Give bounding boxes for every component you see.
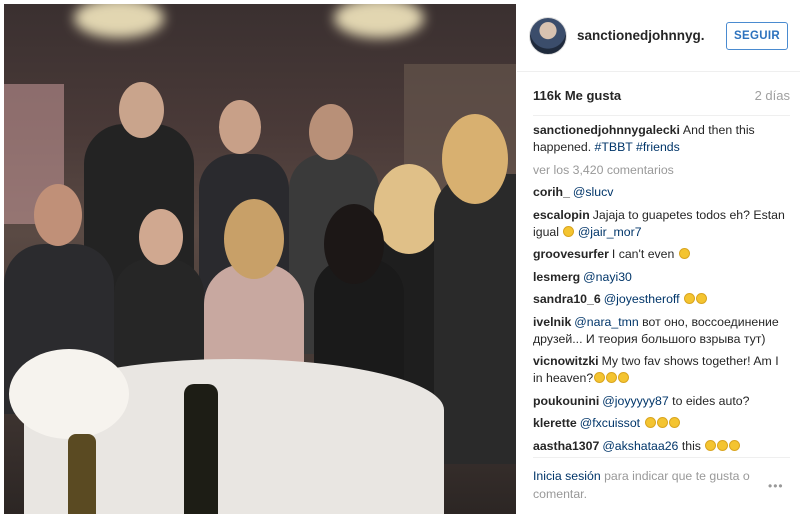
- emoji-icon: [606, 372, 618, 383]
- comment-item: groovesurfer I can't even: [533, 246, 785, 263]
- likes-count[interactable]: 116k Me gusta: [533, 88, 621, 103]
- emoji-icon: [678, 248, 690, 259]
- comment-username[interactable]: vicnowitzki: [533, 354, 599, 368]
- mention-link[interactable]: @nara_tmn: [574, 315, 638, 329]
- comment-username[interactable]: escalopin: [533, 208, 590, 222]
- comment-username[interactable]: corih_: [533, 185, 570, 199]
- emoji-icon: [644, 417, 656, 428]
- comment-username[interactable]: sanctionedjohnnygalecki: [533, 123, 680, 137]
- mention-link[interactable]: @joyyyyy87: [602, 394, 668, 408]
- comment-username[interactable]: poukounini: [533, 394, 599, 408]
- post-header: sanctionedjohnnyg... SEGUIR: [517, 0, 800, 72]
- comment-username[interactable]: klerette: [533, 416, 577, 430]
- emoji-icon: [729, 439, 741, 451]
- person-5: [434, 174, 516, 464]
- comment-item: vicnowitzki My two fav shows together! Am…: [533, 353, 785, 387]
- comment-username[interactable]: aastha1307: [533, 439, 599, 453]
- comment-item: sanctionedjohnnygalecki And then this hap…: [533, 122, 785, 156]
- emoji-icon: [656, 417, 668, 428]
- person-8-hair: [224, 199, 284, 279]
- ellipsis-icon[interactable]: •••: [768, 479, 784, 493]
- mention-link[interactable]: @akshataa26: [602, 439, 678, 453]
- emoji-icon: [705, 439, 717, 451]
- person-9-hair: [324, 204, 384, 284]
- emoji-icon: [717, 439, 729, 451]
- chandelier-right: [334, 4, 424, 38]
- login-prompt: Inicia sesión para indicar que te gusta …: [533, 467, 763, 503]
- comment-username[interactable]: lesmerg: [533, 270, 580, 284]
- wine-bottle-2: [68, 434, 96, 514]
- avatar[interactable]: [529, 16, 567, 55]
- comment-item: poukounini @joyyyyy87 to eides auto?: [533, 393, 785, 410]
- comment-text: this: [678, 438, 705, 453]
- post-sidebar: sanctionedjohnnyg... SEGUIR 116k Me gust…: [517, 0, 800, 518]
- comment-item: klerette @fxcuissot: [533, 415, 785, 432]
- comment-item: lesmerg @nayi30: [533, 269, 785, 286]
- view-all-comments-link[interactable]: ver los 3,420 comentarios: [533, 162, 785, 179]
- post-time[interactable]: 2 días: [755, 88, 790, 103]
- person-3-head: [309, 104, 353, 160]
- emoji-icon: [695, 293, 707, 304]
- emoji-icon: [594, 372, 606, 383]
- divider: [533, 115, 790, 116]
- mention-link[interactable]: @nayi30: [583, 270, 632, 284]
- username-link[interactable]: sanctionedjohnnyg...: [577, 28, 705, 43]
- mention-link[interactable]: @jair_mor7: [574, 225, 642, 239]
- person-7-head: [139, 209, 183, 265]
- comment-list: sanctionedjohnnygalecki And then this hap…: [533, 122, 785, 460]
- chandelier-left: [74, 4, 164, 38]
- mention-link[interactable]: @fxcuissot: [580, 416, 644, 430]
- person-6-head: [34, 184, 82, 246]
- comment-username[interactable]: ivelnik: [533, 315, 571, 329]
- person-1-head: [119, 82, 164, 138]
- emoji-icon: [563, 225, 575, 237]
- comment-username[interactable]: sandra10_6: [533, 292, 601, 306]
- wine-bottle: [184, 384, 218, 514]
- mention-link[interactable]: #TBBT #friends: [591, 140, 680, 154]
- emoji-icon: [618, 372, 630, 383]
- comment-text: I can't even: [611, 247, 678, 261]
- comment-item: ivelnik @nara_tmn вот оно, воссоединение …: [533, 314, 785, 348]
- flowers: [9, 349, 129, 439]
- comment-item: sandra10_6 @joyestheroff: [533, 291, 785, 308]
- follow-button[interactable]: SEGUIR: [726, 21, 788, 50]
- mention-link[interactable]: @joyestheroff: [604, 292, 683, 306]
- divider: [533, 457, 790, 458]
- post-photo[interactable]: [4, 4, 516, 514]
- comment-item: corih_ @slucv: [533, 184, 785, 201]
- emoji-icon: [683, 293, 695, 304]
- comment-username[interactable]: groovesurfer: [533, 247, 609, 261]
- person-5-hair: [442, 114, 508, 204]
- comment-item: escalopin Jajaja to guapetes todos eh? Es…: [533, 207, 785, 241]
- comment-text: to eides auto?: [668, 393, 750, 408]
- person-2-head: [219, 100, 261, 154]
- mention-link[interactable]: @slucv: [573, 185, 614, 199]
- post-stats: 116k Me gusta 2 días: [533, 88, 790, 103]
- comment-item: aastha1307 @akshataa26 this: [533, 438, 785, 455]
- login-link[interactable]: Inicia sesión: [533, 469, 601, 483]
- emoji-icon: [668, 417, 680, 428]
